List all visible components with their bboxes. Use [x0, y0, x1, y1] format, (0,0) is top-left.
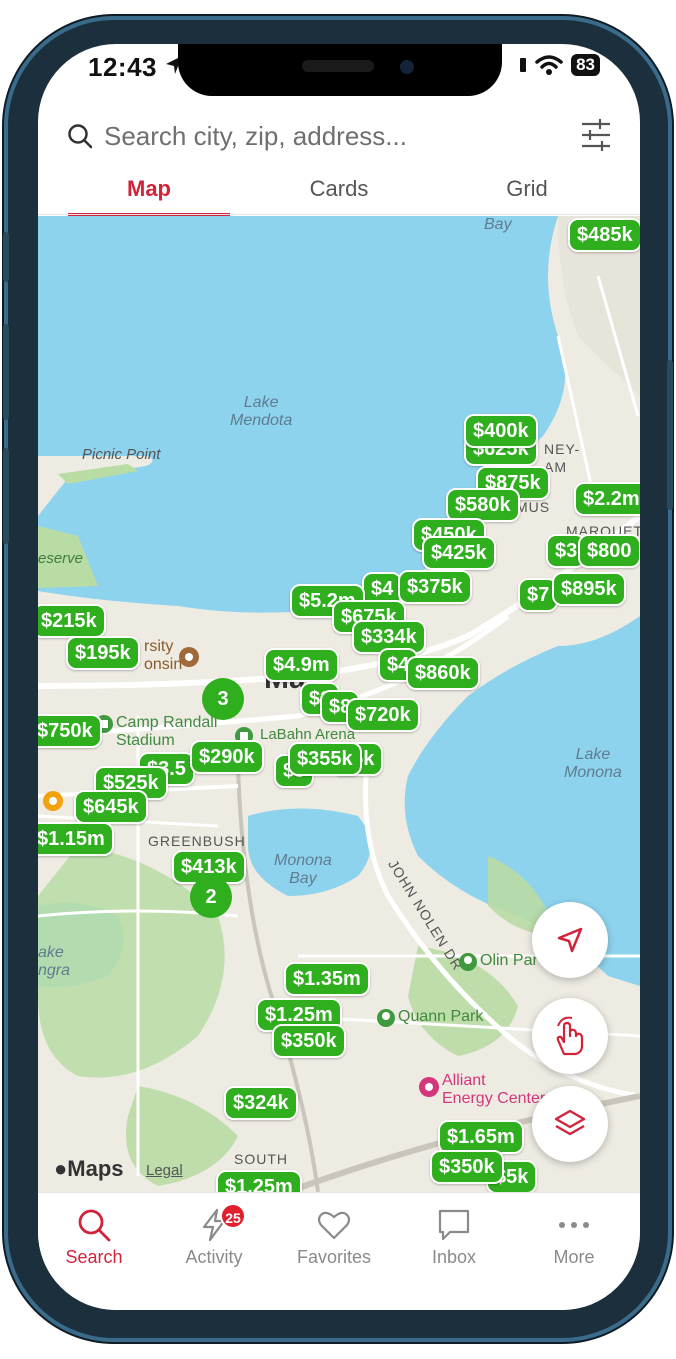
alliant-energy-center-label: Alliant Energy Center [442, 1072, 546, 1107]
university-poi-icon[interactable] [178, 646, 200, 668]
price-pin[interactable]: $4.9m [264, 648, 339, 682]
screen: 12:43 83 Map Cards Gri [38, 44, 640, 1310]
current-location-button[interactable] [532, 902, 608, 978]
nav-search[interactable]: Search [38, 1207, 154, 1268]
price-pin[interactable]: $800 [578, 534, 640, 568]
price-pin[interactable]: $324k [224, 1086, 298, 1120]
olin-park-tree-icon[interactable] [458, 952, 478, 972]
reserve-label: eserve [38, 550, 84, 567]
tab-map[interactable]: Map [54, 172, 244, 206]
price-pin[interactable]: $485k [568, 218, 640, 252]
price-pin[interactable]: $750k [38, 714, 102, 748]
price-pin[interactable]: $375k [398, 570, 472, 604]
nav-inbox-label: Inbox [431, 1247, 477, 1267]
filter-sliders-icon[interactable] [580, 118, 612, 152]
lake-wingra-label: ake ngra [38, 944, 71, 979]
listing-cluster[interactable]: 2 [190, 876, 232, 918]
search-icon [68, 124, 93, 149]
mus-label: MUS [516, 499, 551, 515]
tab-cards[interactable]: Cards [244, 172, 434, 206]
status-time: 12:43 [88, 52, 157, 82]
monona-bay-label: Monona Bay [274, 852, 332, 887]
nav-favorites[interactable]: Favorites [274, 1207, 394, 1268]
price-pin[interactable]: $2.2m [574, 482, 640, 516]
nav-activity[interactable]: 25 Activity [154, 1203, 274, 1268]
picnic-point-label: Picnic Point [82, 446, 161, 463]
nav-activity-label: Activity [185, 1247, 243, 1267]
bottom-navigation: Search 25 Activity Favorites Inbox More [38, 1192, 640, 1310]
legal-link[interactable]: Legal [146, 1162, 183, 1179]
power-button [667, 360, 673, 510]
price-pin[interactable]: $425k [422, 536, 496, 570]
listing-cluster[interactable]: 3 [202, 678, 244, 720]
notch [178, 44, 502, 96]
tab-grid[interactable]: Grid [432, 172, 622, 206]
tab-divider [38, 214, 640, 215]
signal-icon [520, 58, 527, 72]
wifi-icon [535, 55, 563, 75]
restaurant-poi-icon[interactable] [42, 790, 64, 812]
draw-search-button[interactable] [532, 998, 608, 1074]
nav-more-label: More [553, 1247, 595, 1267]
navigation-arrow-icon [557, 927, 583, 953]
nav-inbox[interactable]: Inbox [394, 1207, 514, 1268]
search-icon [78, 1209, 111, 1242]
apple-maps-attribution: ●Maps [54, 1156, 124, 1181]
price-pin[interactable]: $645k [74, 790, 148, 824]
university-label: rsity onsin [144, 638, 183, 673]
activity-badge: 25 [220, 1203, 246, 1229]
bay-label: Bay [484, 216, 512, 233]
apple-logo-icon: ● [54, 1156, 68, 1181]
price-pin[interactable]: $895k [552, 572, 626, 606]
price-pin[interactable]: $580k [446, 488, 520, 522]
battery-indicator: 83 [571, 54, 600, 76]
view-tabs: Map Cards Grid [38, 172, 640, 216]
map-view[interactable]: Lake Mendota Picnic Point Bay eserve Lak… [38, 216, 640, 1192]
south-label: SOUTH [234, 1151, 288, 1167]
search-bar[interactable] [66, 114, 612, 158]
nav-more[interactable]: More [514, 1207, 634, 1268]
price-pin[interactable]: $355k [288, 742, 362, 776]
olin-park-label: Olin Par [480, 952, 538, 969]
price-pin[interactable]: $195k [66, 636, 140, 670]
nav-favorites-label: Favorites [296, 1247, 372, 1267]
mute-switch [3, 232, 9, 282]
draw-hand-icon [556, 1016, 584, 1056]
price-pin[interactable]: $400k [464, 414, 538, 448]
nav-search-label: Search [65, 1247, 123, 1267]
price-pin[interactable]: $215k [38, 604, 106, 638]
map-layers-button[interactable] [532, 1086, 608, 1162]
price-pin[interactable]: $1.25m [216, 1170, 302, 1192]
price-pin[interactable]: $860k [406, 656, 480, 690]
status-indicators: 83 [519, 54, 600, 76]
quann-park-tree-icon[interactable] [376, 1008, 396, 1028]
price-pin[interactable]: $1.35m [284, 962, 370, 996]
volume-up-button [3, 324, 9, 420]
price-pin[interactable]: $350k [430, 1150, 504, 1184]
heart-icon [317, 1211, 351, 1240]
price-pin[interactable]: $290k [190, 740, 264, 774]
layers-icon [554, 1109, 586, 1136]
volume-down-button [3, 448, 9, 544]
search-input[interactable] [104, 120, 544, 152]
price-pin[interactable]: $720k [346, 698, 420, 732]
price-pin[interactable]: $1.15m [38, 822, 114, 856]
lake-monona-label: Lake Monona [564, 746, 622, 781]
price-pin[interactable]: $1.65m [438, 1120, 524, 1154]
alliant-poi-icon[interactable] [418, 1076, 440, 1098]
tenney-label: NEY- AM [544, 441, 581, 475]
greenbush-label: GREENBUSH [148, 833, 246, 849]
more-dots-icon [559, 1222, 589, 1228]
lake-mendota-label: Lake Mendota [230, 394, 293, 429]
quann-park-label: Quann Park [398, 1008, 484, 1025]
chat-bubble-icon [438, 1209, 470, 1241]
price-pin[interactable]: $350k [272, 1024, 346, 1058]
